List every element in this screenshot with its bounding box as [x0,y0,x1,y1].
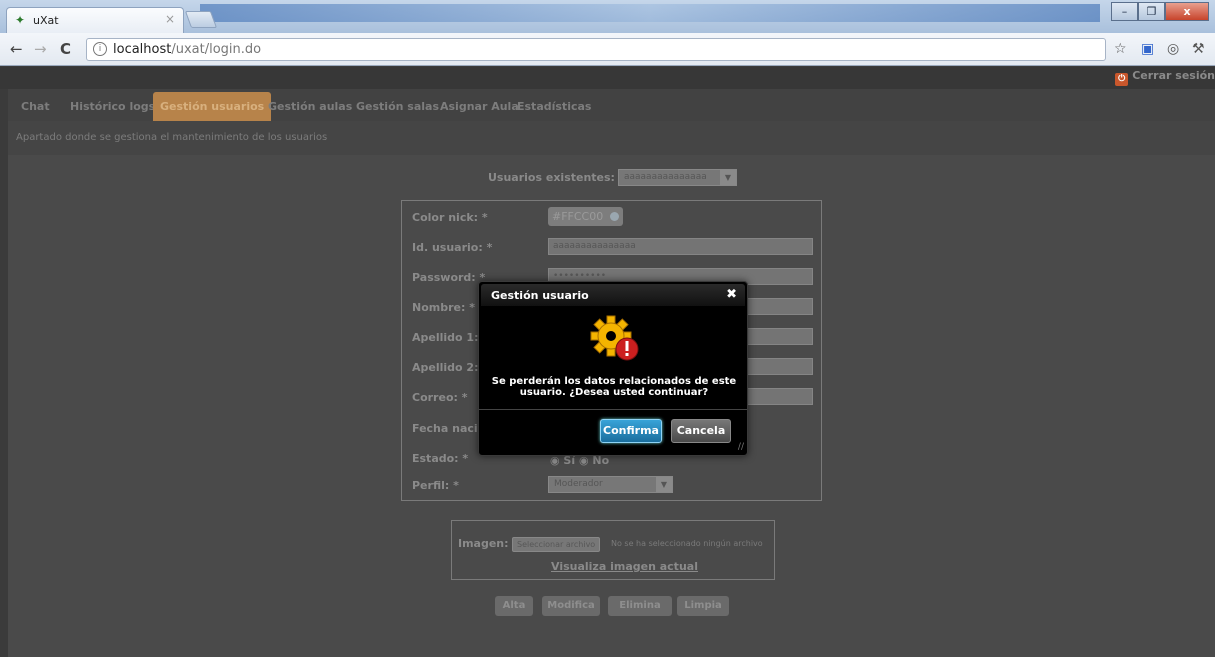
browser-toolbar: ← → C i localhost/uxat/login.do ☆ ▣ ◎ ⚒ [0,33,1215,66]
reload-icon[interactable]: C [60,40,71,58]
section-description: Apartado donde se gestiona el mantenimie… [8,121,1215,155]
close-icon[interactable]: ✖ [726,287,737,302]
bookmark-star-icon[interactable]: ☆ [1114,41,1127,57]
cancel-button[interactable]: Cancela [671,419,731,443]
address-bar[interactable]: i localhost/uxat/login.do [86,38,1106,61]
confirm-dialog: Gestión usuario ✖ Se perderán los datos … [478,281,748,456]
dialog-header[interactable]: Gestión usuario ✖ [481,284,745,306]
extension-icon[interactable]: ▣ [1141,41,1154,57]
wrench-icon[interactable]: ⚒ [1192,41,1205,57]
perfil-value: Moderador [554,479,603,489]
id-usuario-label: Id. usuario: * [412,241,493,254]
gear-warning-icon [590,314,640,362]
tab-gestion-usuarios[interactable]: Gestión usuarios [153,92,272,121]
resize-grip-icon[interactable]: ∕∕ [738,442,744,452]
nombre-label: Nombre: * [412,301,475,314]
chevron-down-icon: ▼ [720,170,736,185]
choose-file-button[interactable]: Seleccionar archivo [512,537,601,552]
color-swatch-icon [610,212,619,221]
correo-label: Correo: * [412,391,468,404]
existing-users-value: aaaaaaaaaaaaaaa [624,172,707,182]
id-usuario-field[interactable]: aaaaaaaaaaaaaaa [548,238,813,255]
limpia-button[interactable]: Limpia [677,596,729,616]
tab-historico-logs[interactable]: Histórico logs [63,92,162,121]
file-status: No se ha seleccionado ningún archivo [611,539,763,548]
dialog-title: Gestión usuario [491,289,589,302]
color-nick-label: Color nick: * [412,211,488,224]
apellido1-label: Apellido 1: * [412,331,489,344]
window-controls: – ❐ x [1111,2,1209,22]
logout-label: Cerrar sesión [1132,69,1215,82]
tab-chat[interactable]: Chat [14,92,57,121]
url-text: localhost/uxat/login.do [113,42,262,57]
confirm-button[interactable]: Confirma [600,419,662,443]
titlebar-background [200,4,1100,22]
app-header: ⏻ Cerrar sesión [0,67,1215,89]
tab-estadisticas[interactable]: Estadísticas [510,92,598,121]
forward-arrow-icon[interactable]: → [34,40,47,58]
perfil-select[interactable]: Moderador ▼ [548,476,673,493]
existing-users-label: Usuarios existentes: [488,171,615,184]
apellido2-label: Apellido 2: * [412,361,489,374]
tab-gestion-aulas[interactable]: Gestión aulas [261,92,359,121]
tab-title: uXat [33,14,59,27]
power-icon: ⏻ [1115,73,1129,86]
imagen-label: Imagen: [458,537,509,550]
existing-users-select[interactable]: aaaaaaaaaaaaaaa ▼ [618,169,737,186]
modifica-button[interactable]: Modifica [542,596,600,616]
section-description-text: Apartado donde se gestiona el mantenimie… [16,132,328,143]
chevron-down-icon: ▼ [656,477,672,492]
color-nick-picker[interactable]: #FFCC00 [548,207,623,226]
alta-button[interactable]: Alta [495,596,533,616]
globe-extension-icon[interactable]: ◎ [1167,41,1179,57]
browser-tab[interactable]: ✦ uXat × [6,7,184,33]
perfil-label: Perfil: * [412,479,459,492]
maximize-button[interactable]: ❐ [1138,2,1165,21]
back-arrow-icon[interactable]: ← [10,40,23,58]
image-section: Imagen: Seleccionar archivo No se ha sel… [451,520,775,580]
close-window-button[interactable]: x [1165,2,1209,21]
main-nav: Chat Histórico logs Gestión usuarios Ges… [8,89,1215,121]
estado-label: Estado: * [412,452,469,465]
browser-titlebar: ✦ uXat × – ❐ x [0,0,1215,33]
favicon-icon: ✦ [15,13,26,27]
view-image-link[interactable]: Visualiza imagen actual [551,560,698,573]
dialog-divider [479,409,747,410]
color-nick-value: #FFCC00 [552,210,604,223]
tab-close-icon[interactable]: × [165,12,175,26]
password-label: Password: * [412,271,486,284]
elimina-button[interactable]: Elimina [608,596,672,616]
page-info-icon[interactable]: i [93,42,107,56]
dialog-message: Se perderán los datos relacionados de es… [491,376,737,398]
tab-gestion-salas[interactable]: Gestión salas [349,92,446,121]
minimize-button[interactable]: – [1111,2,1138,21]
logout-link[interactable]: ⏻ Cerrar sesión [1115,69,1215,86]
